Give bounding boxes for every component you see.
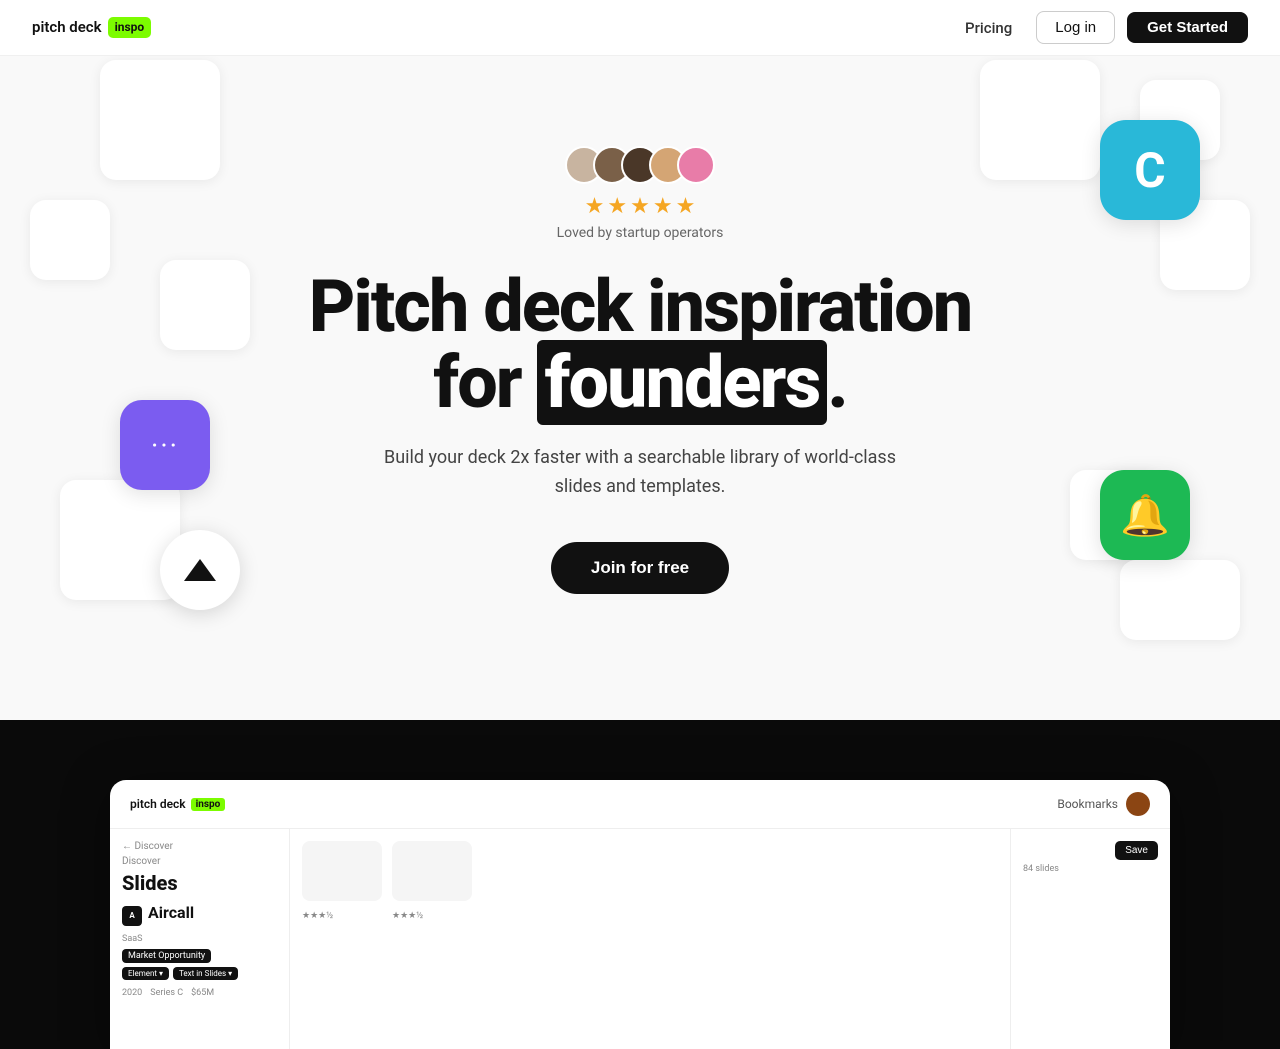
loved-text: Loved by startup operators	[309, 225, 971, 241]
bg-tile	[980, 60, 1100, 180]
chat-icon: ···	[120, 400, 210, 490]
hero-title-line2: for founders.	[433, 340, 846, 425]
preview-card-stats: ★★★½	[302, 911, 382, 921]
hero-period: .	[827, 340, 846, 425]
preview-right-panel: Save 84 slides	[1010, 829, 1170, 1049]
logo-badge: inspo	[108, 17, 152, 38]
preview-slide-card	[392, 841, 472, 901]
logo-text: pitch deck	[32, 18, 102, 36]
preview-aircall-logo-letter: A	[129, 911, 134, 920]
preview-breadcrumb: ← Discover	[122, 841, 277, 852]
preview-bookmarks-label: Bookmarks	[1057, 797, 1118, 811]
triangle-icon	[184, 559, 216, 581]
preview-aircall-logo-icon: A	[122, 906, 142, 926]
preview-body: ← Discover Discover Slides A Aircall Saa…	[110, 829, 1170, 1049]
hero-subtitle: Build your deck 2x faster with a searcha…	[370, 444, 910, 502]
bg-tile	[30, 200, 110, 280]
star: ★	[676, 194, 696, 219]
star: ★	[630, 194, 650, 219]
preview-card-rating: ★★★½	[302, 911, 333, 921]
preview-nav: pitch deck inspo Bookmarks	[110, 780, 1170, 829]
join-button[interactable]: Join for free	[551, 542, 729, 594]
preview-section-label: Discover	[122, 856, 277, 867]
c-letter: C	[1134, 142, 1165, 199]
hero-title: Pitch deck inspiration for founders.	[309, 269, 971, 420]
logo[interactable]: pitch deck inspo	[32, 17, 151, 38]
preview-avatar	[1126, 792, 1150, 816]
preview-market-tag: Market Opportunity	[122, 949, 211, 963]
preview-main: ★★★½ ★★★½	[290, 829, 1010, 1049]
preview-meta-category: SaaS	[122, 934, 142, 944]
dark-section: pitch deck inspo Bookmarks ← Discover Di…	[0, 720, 1280, 1049]
preview-meta: SaaS	[122, 934, 277, 944]
preview-slide-card	[302, 841, 382, 901]
preview-text-filter[interactable]: Text in Slides ▾	[173, 967, 238, 980]
preview-company-name: Aircall	[148, 903, 194, 922]
preview-sidebar: ← Discover Discover Slides A Aircall Saa…	[110, 829, 290, 1049]
hero-content: ★ ★ ★ ★ ★ Loved by startup operators Pit…	[309, 146, 971, 594]
star: ★	[585, 194, 605, 219]
preview-nav-right: Bookmarks	[1057, 792, 1150, 816]
hero-title-line1: Pitch deck inspiration	[309, 264, 971, 349]
nav-pricing-link[interactable]: Pricing	[953, 13, 1024, 43]
notification-icon: 🔔	[1100, 470, 1190, 560]
preview-save-button[interactable]: Save	[1115, 841, 1158, 860]
preview-cards-2: ★★★½	[392, 841, 472, 1037]
main-nav: pitch deck inspo Pricing Log in Get Star…	[0, 0, 1280, 56]
bg-tile	[100, 60, 220, 180]
get-started-button[interactable]: Get Started	[1127, 12, 1248, 43]
preview-filters: Element ▾ Text in Slides ▾	[122, 967, 277, 980]
app-preview-inner: pitch deck inspo Bookmarks ← Discover Di…	[110, 780, 1170, 1049]
bg-tile	[160, 260, 250, 350]
preview-year: 2020	[122, 988, 142, 998]
bg-tile	[1120, 560, 1240, 640]
preview-cards: ★★★½	[302, 841, 382, 1037]
preview-section-title: Slides	[122, 871, 277, 895]
preview-element-filter[interactable]: Element ▾	[122, 967, 169, 980]
preview-amount: $65M	[191, 988, 214, 998]
chat-dots-icon: ···	[151, 429, 179, 462]
preview-logo: pitch deck inspo	[130, 797, 225, 811]
star-rating: ★ ★ ★ ★ ★	[309, 194, 971, 219]
hero-section: ··· C 🔔 ★ ★ ★ ★ ★ Loved by startup opera…	[0, 0, 1280, 720]
preview-logo-badge: inspo	[191, 798, 226, 811]
preview-meta-row: 2020 Series C $65M	[122, 988, 277, 998]
preview-slides-count: 84 slides	[1023, 864, 1158, 874]
preview-round: Series C	[150, 988, 183, 998]
star: ★	[653, 194, 673, 219]
app-preview: pitch deck inspo Bookmarks ← Discover Di…	[110, 780, 1170, 1049]
hero-for-text: for	[433, 340, 536, 425]
c-icon: C	[1100, 120, 1200, 220]
avatar-group	[309, 146, 971, 184]
avatar	[677, 146, 715, 184]
login-button[interactable]: Log in	[1036, 11, 1115, 44]
founders-word: founders	[537, 340, 828, 425]
star: ★	[607, 194, 627, 219]
preview-card-rating-2: ★★★½	[392, 911, 423, 921]
preview-logo-text: pitch deck	[130, 797, 186, 811]
preview-card-stats-2: ★★★½	[392, 911, 472, 921]
nav-right: Pricing Log in Get Started	[953, 11, 1248, 44]
up-arrow-icon	[160, 530, 240, 610]
bell-icon: 🔔	[1120, 492, 1170, 539]
